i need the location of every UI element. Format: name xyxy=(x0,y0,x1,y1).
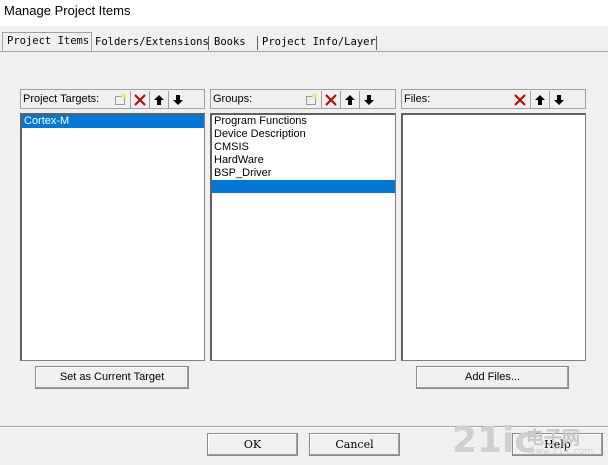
tab-books[interactable]: Books xyxy=(210,34,254,50)
move-up-icon xyxy=(153,94,164,105)
delete-target-button[interactable] xyxy=(130,91,148,108)
move-up-icon xyxy=(534,94,545,105)
groups-list[interactable]: Program Functions Device Description CMS… xyxy=(210,113,396,361)
files-label: Files: xyxy=(404,93,431,105)
list-item[interactable]: BSP_Driver xyxy=(212,167,395,180)
new-item-icon xyxy=(306,93,317,105)
set-current-target-button[interactable]: Set as Current Target xyxy=(35,366,189,389)
groups-panel: Groups: Program Functions Device Descrip… xyxy=(210,89,396,361)
watermark-logo: 21ic xyxy=(452,420,536,461)
groups-label: Groups: xyxy=(213,93,253,105)
delete-group-button[interactable] xyxy=(321,91,339,108)
move-file-down-button[interactable] xyxy=(549,91,567,108)
new-item-icon xyxy=(115,93,126,105)
project-targets-panel: Project Targets: Cortex-M xyxy=(20,89,205,361)
move-target-down-button[interactable] xyxy=(168,91,186,108)
tab-bar: Project Items Folders/Extensions Books P… xyxy=(0,32,608,52)
tab-label: Folders/Extensions xyxy=(95,36,209,48)
delete-icon xyxy=(324,93,337,106)
tab-separator xyxy=(376,36,377,50)
move-file-up-button[interactable] xyxy=(530,91,548,108)
list-item[interactable]: Program Functions xyxy=(212,115,395,128)
delete-icon xyxy=(514,93,526,106)
new-group-entry[interactable] xyxy=(212,180,395,193)
project-targets-list[interactable]: Cortex-M xyxy=(20,113,205,361)
new-target-button[interactable] xyxy=(111,91,129,108)
tab-label: Project Items xyxy=(7,35,90,47)
ok-button[interactable]: OK xyxy=(207,433,298,456)
tab-separator xyxy=(208,36,209,50)
move-target-up-button[interactable] xyxy=(149,91,167,108)
delete-icon xyxy=(133,93,146,106)
cancel-button[interactable]: Cancel xyxy=(309,433,400,456)
move-down-icon xyxy=(363,94,374,105)
list-item[interactable]: CMSIS xyxy=(212,141,395,154)
list-item[interactable]: Device Description xyxy=(212,128,395,141)
files-list[interactable] xyxy=(401,113,586,361)
move-group-down-button[interactable] xyxy=(359,91,377,108)
project-targets-label: Project Targets: xyxy=(23,93,100,105)
files-panel: Files: xyxy=(401,89,586,361)
move-group-up-button[interactable] xyxy=(340,91,358,108)
move-up-icon xyxy=(344,94,355,105)
project-targets-header: Project Targets: xyxy=(20,89,205,109)
tab-underline xyxy=(0,51,608,52)
title-bar: Manage Project Items xyxy=(0,0,608,26)
window-title: Manage Project Items xyxy=(4,3,131,18)
tab-label: Project Info/Layer xyxy=(262,36,376,48)
move-down-icon xyxy=(172,94,183,105)
delete-file-button[interactable] xyxy=(511,91,529,108)
tab-label: Books xyxy=(214,36,246,48)
list-item[interactable]: HardWare xyxy=(212,154,395,167)
tab-folders-extensions[interactable]: Folders/Extensions xyxy=(91,34,209,50)
list-item[interactable]: Cortex-M xyxy=(22,115,204,128)
tab-project-info-layer[interactable]: Project Info/Layer xyxy=(258,34,376,50)
new-group-button[interactable] xyxy=(302,91,320,108)
add-files-button[interactable]: Add Files... xyxy=(416,366,569,389)
move-down-icon xyxy=(553,94,564,105)
tab-project-items[interactable]: Project Items xyxy=(2,32,92,51)
groups-header: Groups: xyxy=(210,89,396,109)
watermark-url: www.21ic.com xyxy=(528,447,594,457)
files-header: Files: xyxy=(401,89,586,109)
